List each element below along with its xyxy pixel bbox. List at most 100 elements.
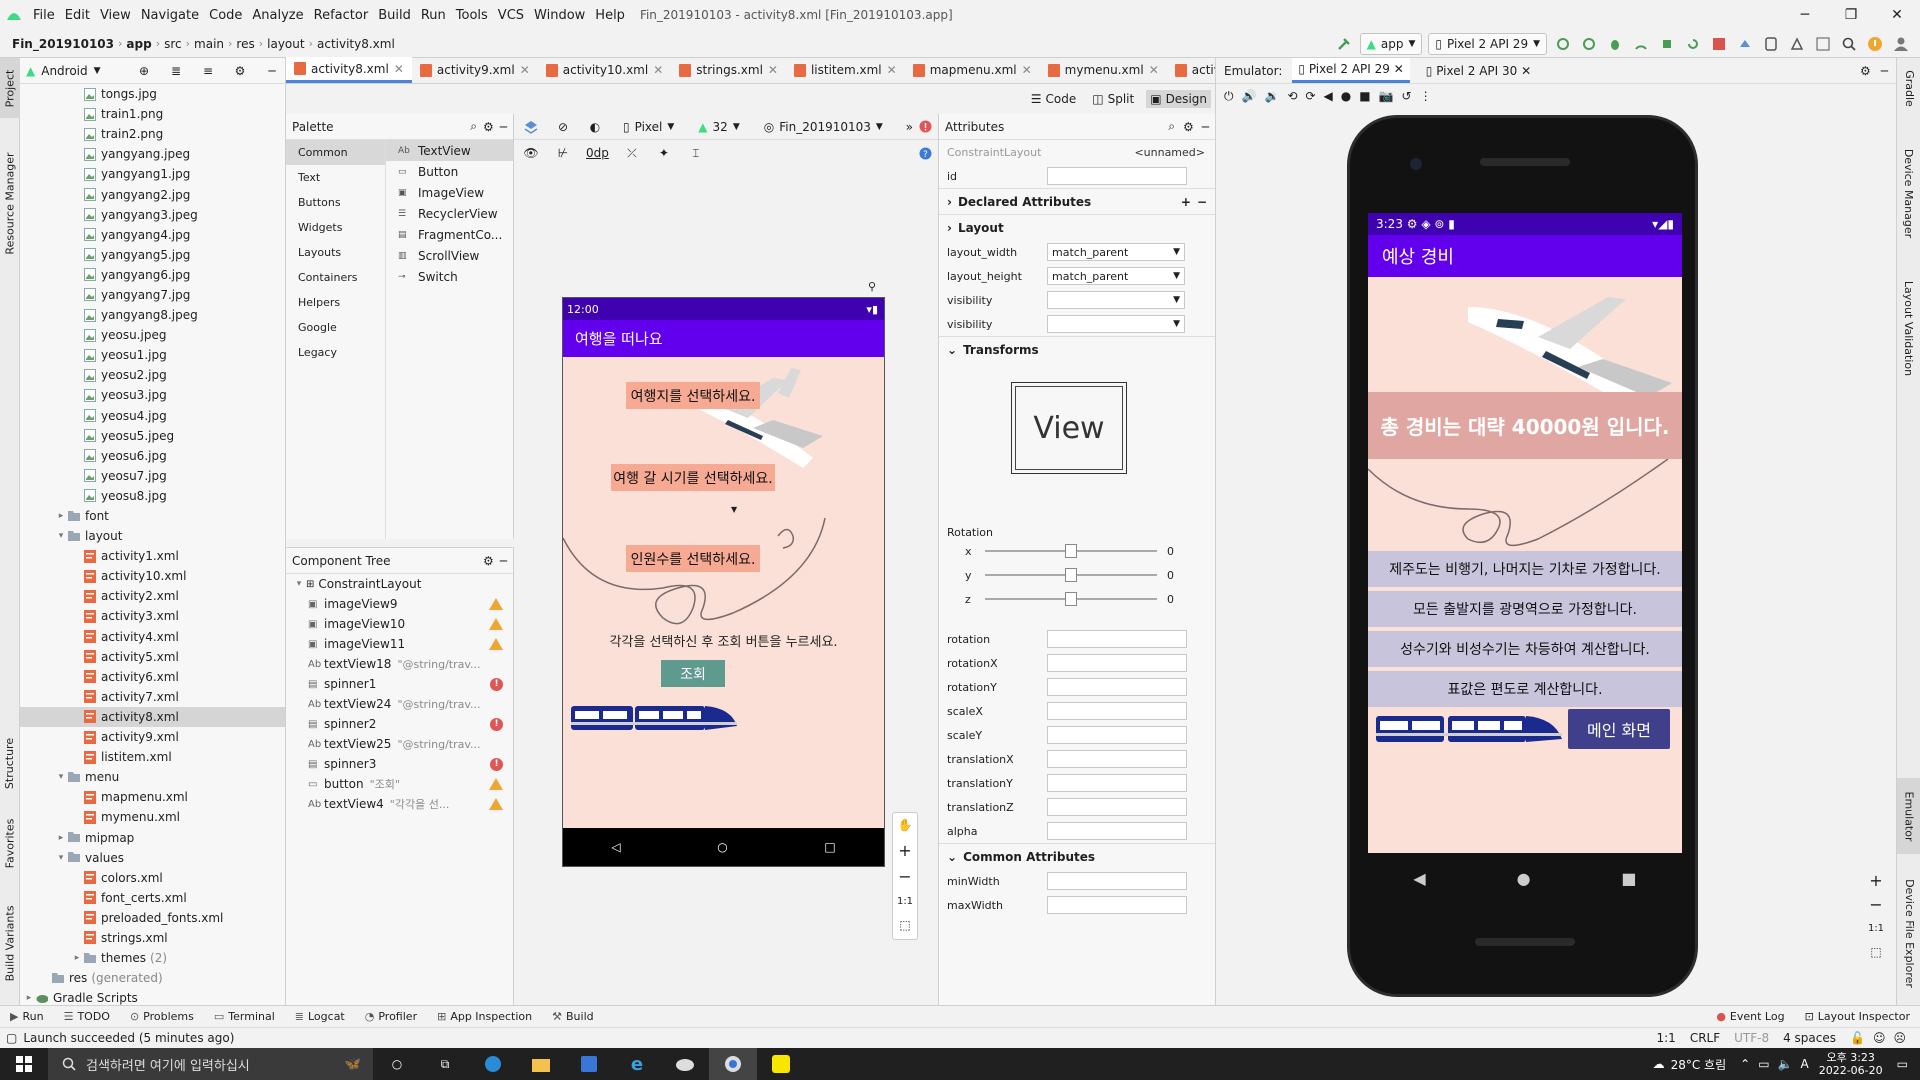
component-tree-item[interactable]: Ab textView4 "각각을 선... xyxy=(286,794,513,814)
menu-build[interactable]: Build xyxy=(373,8,416,23)
component-tree-item[interactable]: ▤ spinner1! xyxy=(286,674,513,694)
editor-tab[interactable]: activity10.xml ✕ xyxy=(538,57,672,83)
more-options-icon[interactable]: ⋮ xyxy=(1420,89,1432,103)
project-tree-item[interactable]: yeosu1.jpg xyxy=(20,345,285,365)
stop-icon[interactable] xyxy=(1708,33,1730,55)
build-variants-tool-tab[interactable]: Build Variants xyxy=(0,898,20,988)
component-tree-item[interactable]: Ab textView25 "@string/trav... xyxy=(286,734,513,754)
view-options-icon[interactable]: 👁 xyxy=(520,142,542,164)
indent-setting[interactable]: 4 spaces xyxy=(1783,1031,1836,1045)
tool-window-problems[interactable]: ⊙ Problems xyxy=(120,1010,204,1023)
palette-category[interactable]: Common xyxy=(286,140,385,165)
notifications-icon[interactable]: ☹ xyxy=(1893,1031,1906,1045)
maximize-button[interactable]: ❐ xyxy=(1828,0,1874,30)
id-field[interactable] xyxy=(1047,167,1187,185)
search-icon[interactable] xyxy=(1838,33,1860,55)
editor-tab[interactable]: strings.xml ✕ xyxy=(671,57,786,83)
warning-icon[interactable] xyxy=(489,778,503,790)
em-zoom-in-icon[interactable]: + xyxy=(1862,868,1890,892)
expand-arrow-icon[interactable]: ▾ xyxy=(54,772,68,782)
common-attributes-header[interactable]: ⌄ Common Attributes xyxy=(939,843,1215,869)
project-tree-item[interactable]: activity6.xml xyxy=(20,667,285,687)
rotation-slider[interactable] xyxy=(985,592,1157,606)
layout-header[interactable]: › Layout xyxy=(939,214,1215,240)
transforms-header[interactable]: ⌄ Transforms xyxy=(939,336,1215,362)
layout-inspector-button[interactable]: ⊡ Layout Inspector xyxy=(1795,1010,1920,1023)
debug-icon[interactable] xyxy=(1604,33,1626,55)
project-tree-item[interactable]: activity10.xml xyxy=(20,566,285,586)
project-tree-item[interactable]: yangyang4.jpg xyxy=(20,225,285,245)
project-tree-item[interactable]: yangyang2.jpg xyxy=(20,184,285,204)
sync-gradle-icon[interactable] xyxy=(1734,33,1756,55)
caret-position[interactable]: 1:1 xyxy=(1657,1031,1676,1045)
palette-item[interactable]: ☰ RecyclerView xyxy=(386,203,513,224)
structure-tool-tab[interactable]: Structure xyxy=(0,728,20,798)
project-tool-tab[interactable]: Project xyxy=(0,58,20,118)
locate-icon[interactable]: ⊕ xyxy=(133,60,155,82)
project-tree-item[interactable]: ▾ layout xyxy=(20,526,285,546)
emulator-tab-api29[interactable]: ▯ Pixel 2 API 29 ✕ xyxy=(1292,58,1410,83)
palette-category[interactable]: Widgets xyxy=(286,215,385,240)
layout-preview[interactable]: 12:00 ▾▮ 여행을 떠나요 여행지를 선택하세요. 여행 갈 시기를 선택하… xyxy=(562,297,885,867)
project-structure-icon[interactable] xyxy=(1812,33,1834,55)
component-tree-item[interactable]: ▣ imageView9 xyxy=(286,594,513,614)
attribute-dropdown[interactable]: ▼ xyxy=(1047,315,1185,333)
breadcrumb-item[interactable]: res xyxy=(232,37,258,51)
attribute-field[interactable] xyxy=(1047,654,1187,672)
breadcrumb-item[interactable]: layout xyxy=(263,37,308,51)
editor-tab[interactable]: mapmenu.xml ✕ xyxy=(905,57,1040,83)
clock[interactable]: 오후 3:23 2022-06-20 xyxy=(1819,1051,1883,1077)
attribute-field[interactable] xyxy=(1047,872,1187,890)
hide-panel-icon[interactable]: ─ xyxy=(261,60,283,82)
menu-code[interactable]: Code xyxy=(204,8,247,23)
palette-category[interactable]: Buttons xyxy=(286,190,385,215)
project-tree-item[interactable]: activity1.xml xyxy=(20,546,285,566)
zoom-out-icon[interactable]: − xyxy=(893,863,917,889)
attribute-dropdown[interactable]: match_parent ▼ xyxy=(1047,267,1185,285)
split-mode-button[interactable]: ◫ Split xyxy=(1088,90,1138,108)
apply-code-changes-icon[interactable] xyxy=(1578,33,1600,55)
line-separator[interactable]: CRLF xyxy=(1690,1031,1720,1045)
settings-gear-icon[interactable]: ⚙ xyxy=(229,60,251,82)
palette-category[interactable]: Legacy xyxy=(286,340,385,365)
lock-icon[interactable]: 🔓 xyxy=(1850,1031,1865,1045)
component-tree-item[interactable]: ▭ button "조회" xyxy=(286,774,513,794)
project-tree-item[interactable]: res (generated) xyxy=(20,968,285,988)
project-tree-item[interactable]: activity3.xml xyxy=(20,606,285,626)
project-tree-item[interactable]: yangyang6.jpg xyxy=(20,265,285,285)
layout-validation-tool-tab[interactable]: Layout Validation xyxy=(1897,268,1920,388)
home-button-icon[interactable]: ● xyxy=(1341,89,1351,103)
project-tree-item[interactable]: yangyang.jpeg xyxy=(20,144,285,164)
project-tree-item[interactable]: yeosu7.jpg xyxy=(20,466,285,486)
attr-search-icon[interactable]: ⌕ xyxy=(1168,119,1175,134)
attribute-field[interactable] xyxy=(1047,702,1187,720)
zoom-1-to-1[interactable]: 1:1 xyxy=(893,889,917,913)
infer-constraints-icon[interactable]: ✦ xyxy=(653,142,675,164)
project-tree-item[interactable]: yangyang1.jpg xyxy=(20,164,285,184)
design-surface-icon[interactable] xyxy=(520,116,542,138)
close-tab-icon[interactable]: ✕ xyxy=(653,63,663,77)
expand-arrow-icon[interactable]: ▸ xyxy=(54,511,68,521)
power-icon[interactable]: ⏻ xyxy=(1224,89,1234,104)
windows-start-icon[interactable] xyxy=(0,1048,48,1080)
expand-arrow-icon[interactable]: ▸ xyxy=(70,953,84,963)
slider-thumb[interactable] xyxy=(1065,568,1077,582)
tree-root[interactable]: ▾ ⊞ ConstraintLayout xyxy=(286,574,513,594)
make-project-icon[interactable] xyxy=(1333,33,1355,55)
guidelines-icon[interactable]: ⌶ xyxy=(685,142,707,164)
palette-item[interactable]: ▣ ImageView xyxy=(386,182,513,203)
weather-text[interactable]: 28°C 흐림 xyxy=(1671,1056,1727,1073)
rotate-right-icon[interactable]: ⟳ xyxy=(1305,89,1315,103)
emulator-screen[interactable]: 3:23 ⚙ ◈ ⊚ ▮ ▾◢▮ 예상 경비 총 경비는 대략 40000원 입니… xyxy=(1368,213,1682,853)
account-icon[interactable] xyxy=(1890,33,1912,55)
attr-settings-icon[interactable]: ⚙ xyxy=(1183,120,1194,134)
component-tree-item[interactable]: ▣ imageView10 xyxy=(286,614,513,634)
project-tree-item[interactable]: strings.xml xyxy=(20,928,285,948)
palette-search-icon[interactable]: ⌕ xyxy=(470,119,477,134)
volume-down-icon[interactable]: 🔉 xyxy=(1264,89,1279,103)
tool-window-run[interactable]: ▶ Run xyxy=(0,1010,54,1023)
declared-attributes-header[interactable]: › Declared Attributes + − xyxy=(939,188,1215,214)
feedback-icon[interactable]: ☺ xyxy=(1873,1031,1886,1045)
project-tree-item[interactable]: ▾ values xyxy=(20,848,285,868)
close-tab-icon[interactable]: ✕ xyxy=(1022,63,1032,77)
